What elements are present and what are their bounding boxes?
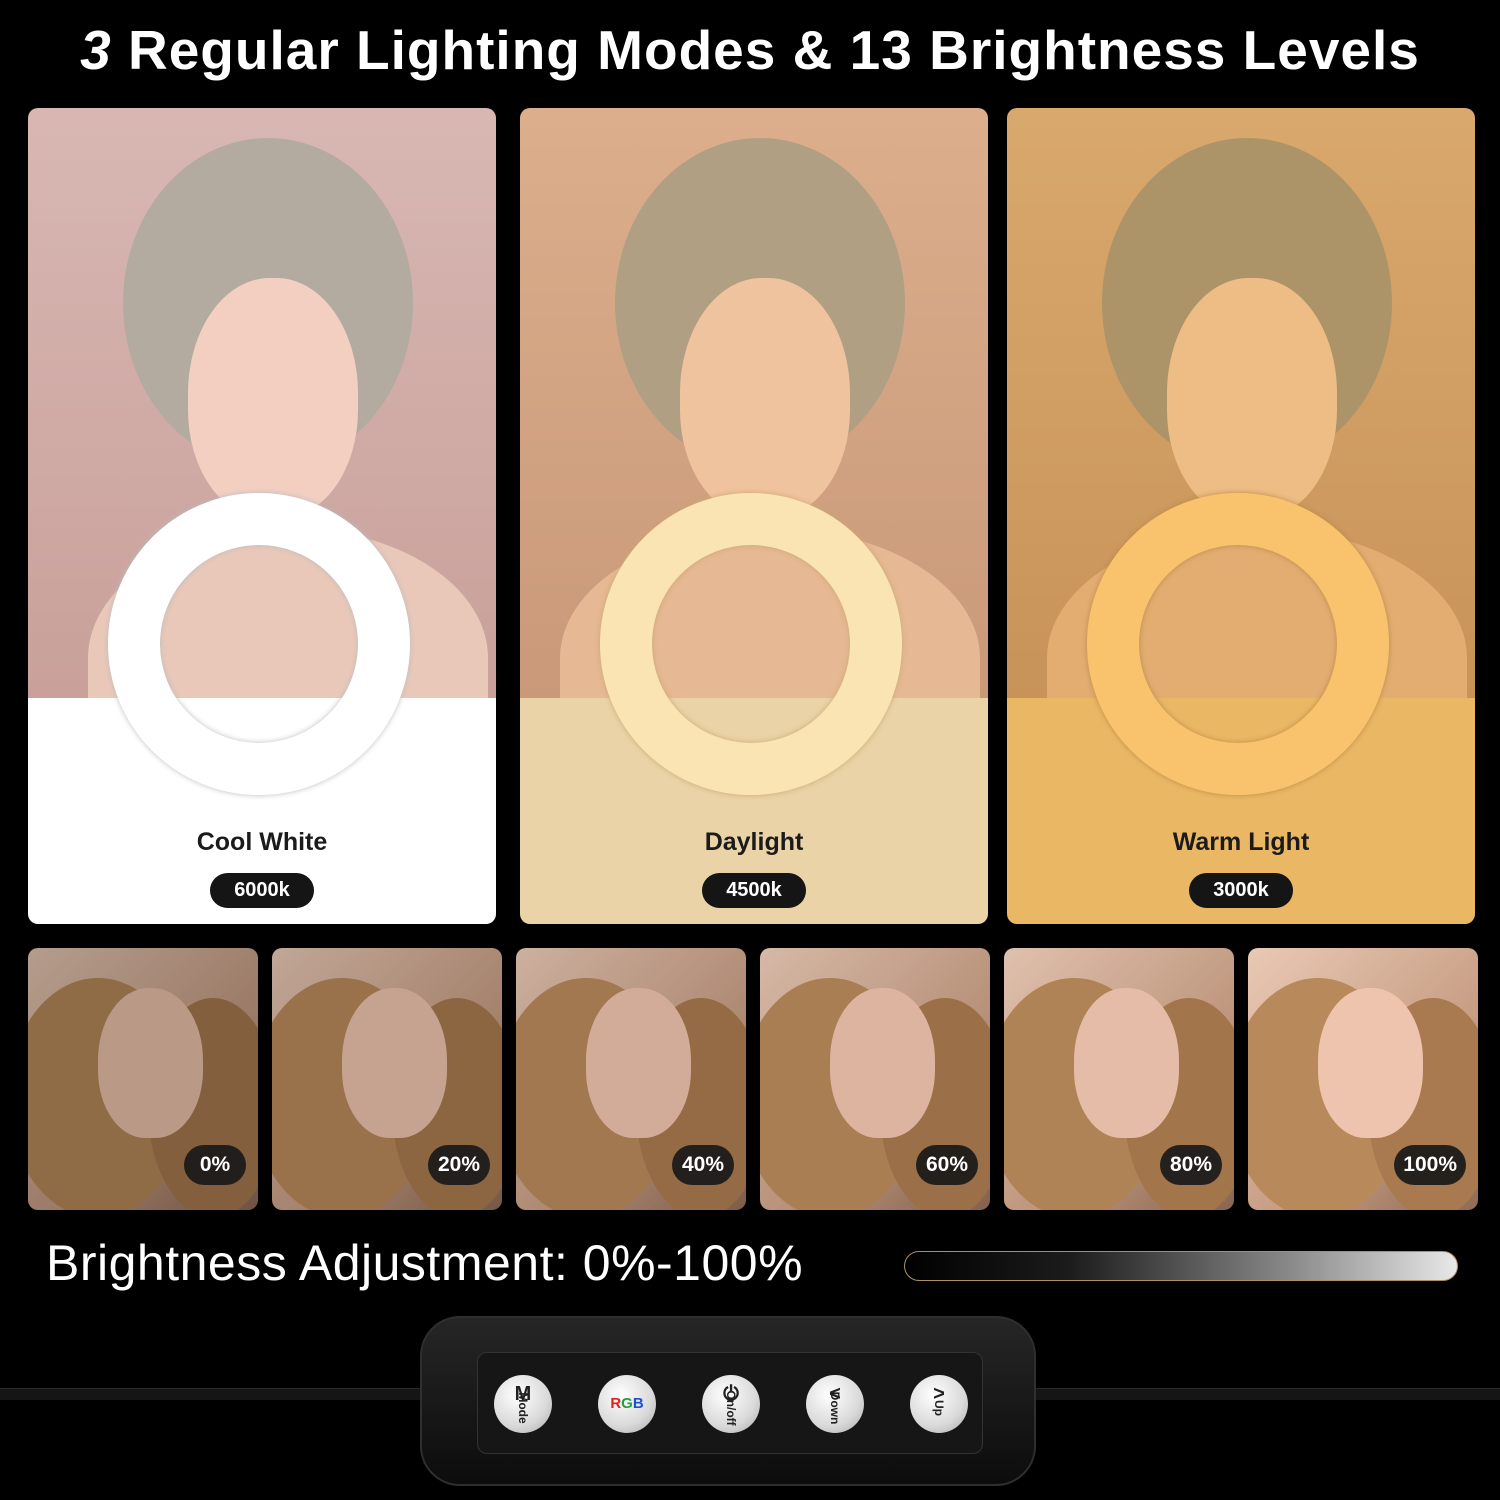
brightness-thumb: 100% [1248, 948, 1478, 1210]
headline-text: Regular Lighting Modes & 13 Brightness L… [111, 19, 1420, 81]
usb-cable-left [0, 1388, 430, 1400]
brightness-thumb: 80% [1004, 948, 1234, 1210]
rgb-letter-r: R [610, 1395, 622, 1412]
down-button[interactable]: < Down [806, 1375, 864, 1433]
brightness-percent: 60% [916, 1145, 978, 1185]
headline-number: 3 [80, 19, 112, 81]
brightness-percent: 80% [1160, 1145, 1222, 1185]
rgb-button[interactable]: RGB [598, 1375, 656, 1433]
rgb-icon: RGB [598, 1395, 656, 1412]
headline: 3 Regular Lighting Modes & 13 Brightness… [0, 18, 1500, 90]
face [680, 278, 850, 518]
brightness-percent: 40% [672, 1145, 734, 1185]
face [1167, 278, 1337, 518]
brightness-caption: Brightness Adjustment: 0%-100% [46, 1235, 804, 1291]
face [188, 278, 358, 518]
temperature-badge: 4500k [702, 873, 806, 908]
mode-label: Warm Light [1172, 828, 1310, 856]
rgb-letter-g: G [621, 1395, 633, 1412]
mode-button[interactable]: M Mode [494, 1375, 552, 1433]
brightness-percent: 100% [1394, 1145, 1466, 1185]
up-button[interactable]: > Up [910, 1375, 968, 1433]
controller-button-panel: M Mode RGB ⏻ On/off < Down > Up [477, 1352, 983, 1454]
down-button-label: Down [828, 1391, 842, 1425]
temperature-badge: 3000k [1189, 873, 1293, 908]
mode-panel-warm-light: Warm Light 3000k [1007, 108, 1475, 924]
inline-remote-controller: M Mode RGB ⏻ On/off < Down > Up [420, 1316, 1036, 1486]
usb-cable-right [1026, 1388, 1500, 1400]
mode-panel-cool-white: Cool White 6000k [28, 108, 496, 924]
ring-light [600, 493, 902, 795]
ring-light [108, 493, 410, 795]
brightness-gradient-bar [904, 1251, 1458, 1281]
brightness-thumb: 60% [760, 948, 990, 1210]
rgb-letter-b: B [632, 1395, 644, 1412]
mode-label: Daylight [704, 828, 804, 856]
ring-light [1087, 493, 1389, 795]
power-button-label: On/off [724, 1390, 738, 1426]
mode-panel-daylight: Daylight 4500k [520, 108, 988, 924]
mode-label: Cool White [196, 828, 328, 856]
brightness-thumb: 0% [28, 948, 258, 1210]
brightness-thumb: 40% [516, 948, 746, 1210]
brightness-percent: 0% [184, 1145, 246, 1185]
up-button-label: Up [932, 1400, 946, 1416]
brightness-thumb: 20% [272, 948, 502, 1210]
mode-button-label: Mode [516, 1392, 530, 1424]
temperature-badge: 6000k [210, 873, 314, 908]
power-button[interactable]: ⏻ On/off [702, 1375, 760, 1433]
brightness-percent: 20% [428, 1145, 490, 1185]
